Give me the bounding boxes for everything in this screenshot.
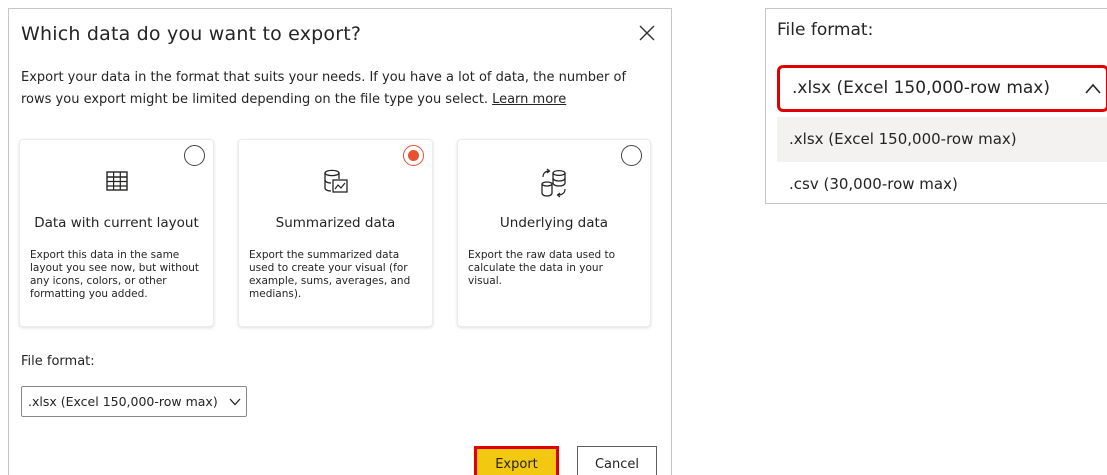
option-card-underlying[interactable]: Underlying data Export the raw data used…: [457, 139, 651, 327]
chevron-up-icon: [1085, 83, 1101, 94]
radio-underlying[interactable]: [621, 145, 642, 166]
learn-more-link[interactable]: Learn more: [492, 92, 566, 107]
option-title: Summarized data: [275, 215, 396, 231]
option-description: Export the summarized data used to creat…: [249, 249, 411, 300]
option-card-summarized[interactable]: Summarized data Export the summarized da…: [238, 139, 433, 327]
summarized-data-icon: [239, 168, 432, 196]
option-card-current-layout[interactable]: Data with current layout Export this dat…: [19, 139, 214, 327]
zoom-file-format-label: File format:: [777, 20, 874, 40]
underlying-data-icon: [458, 168, 650, 198]
file-format-label: File format:: [21, 354, 95, 369]
format-option-xlsx[interactable]: .xlsx (Excel 150,000-row max): [777, 117, 1107, 162]
export-dialog: Which data do you want to export? Export…: [8, 8, 672, 475]
file-format-value: .xlsx (Excel 150,000-row max): [28, 394, 218, 409]
option-title: Underlying data: [499, 215, 609, 231]
option-title: Data with current layout: [34, 215, 199, 231]
chevron-down-icon: [229, 398, 241, 406]
cancel-button[interactable]: Cancel: [577, 446, 657, 475]
close-button[interactable]: [637, 23, 657, 43]
option-description: Export this data in the same layout you …: [30, 249, 200, 300]
close-icon: [639, 25, 655, 41]
zoom-selected-value: .xlsx (Excel 150,000-row max): [792, 78, 1051, 98]
radio-summarized[interactable]: [403, 145, 424, 166]
table-icon: [20, 168, 213, 196]
export-button[interactable]: Export: [474, 446, 559, 475]
zoom-file-format-dropdown[interactable]: .xlsx (Excel 150,000-row max): [777, 65, 1107, 112]
radio-current-layout[interactable]: [184, 145, 205, 166]
option-description: Export the raw data used to calculate th…: [468, 249, 616, 287]
zoomed-format-panel: File format: .xlsx (Excel 150,000-row ma…: [765, 8, 1107, 204]
dialog-description: Export your data in the format that suit…: [21, 67, 653, 111]
format-option-csv[interactable]: .csv (30,000-row max): [777, 162, 1107, 203]
dialog-title: Which data do you want to export?: [21, 23, 362, 45]
file-format-dropdown[interactable]: .xlsx (Excel 150,000-row max): [21, 386, 247, 417]
